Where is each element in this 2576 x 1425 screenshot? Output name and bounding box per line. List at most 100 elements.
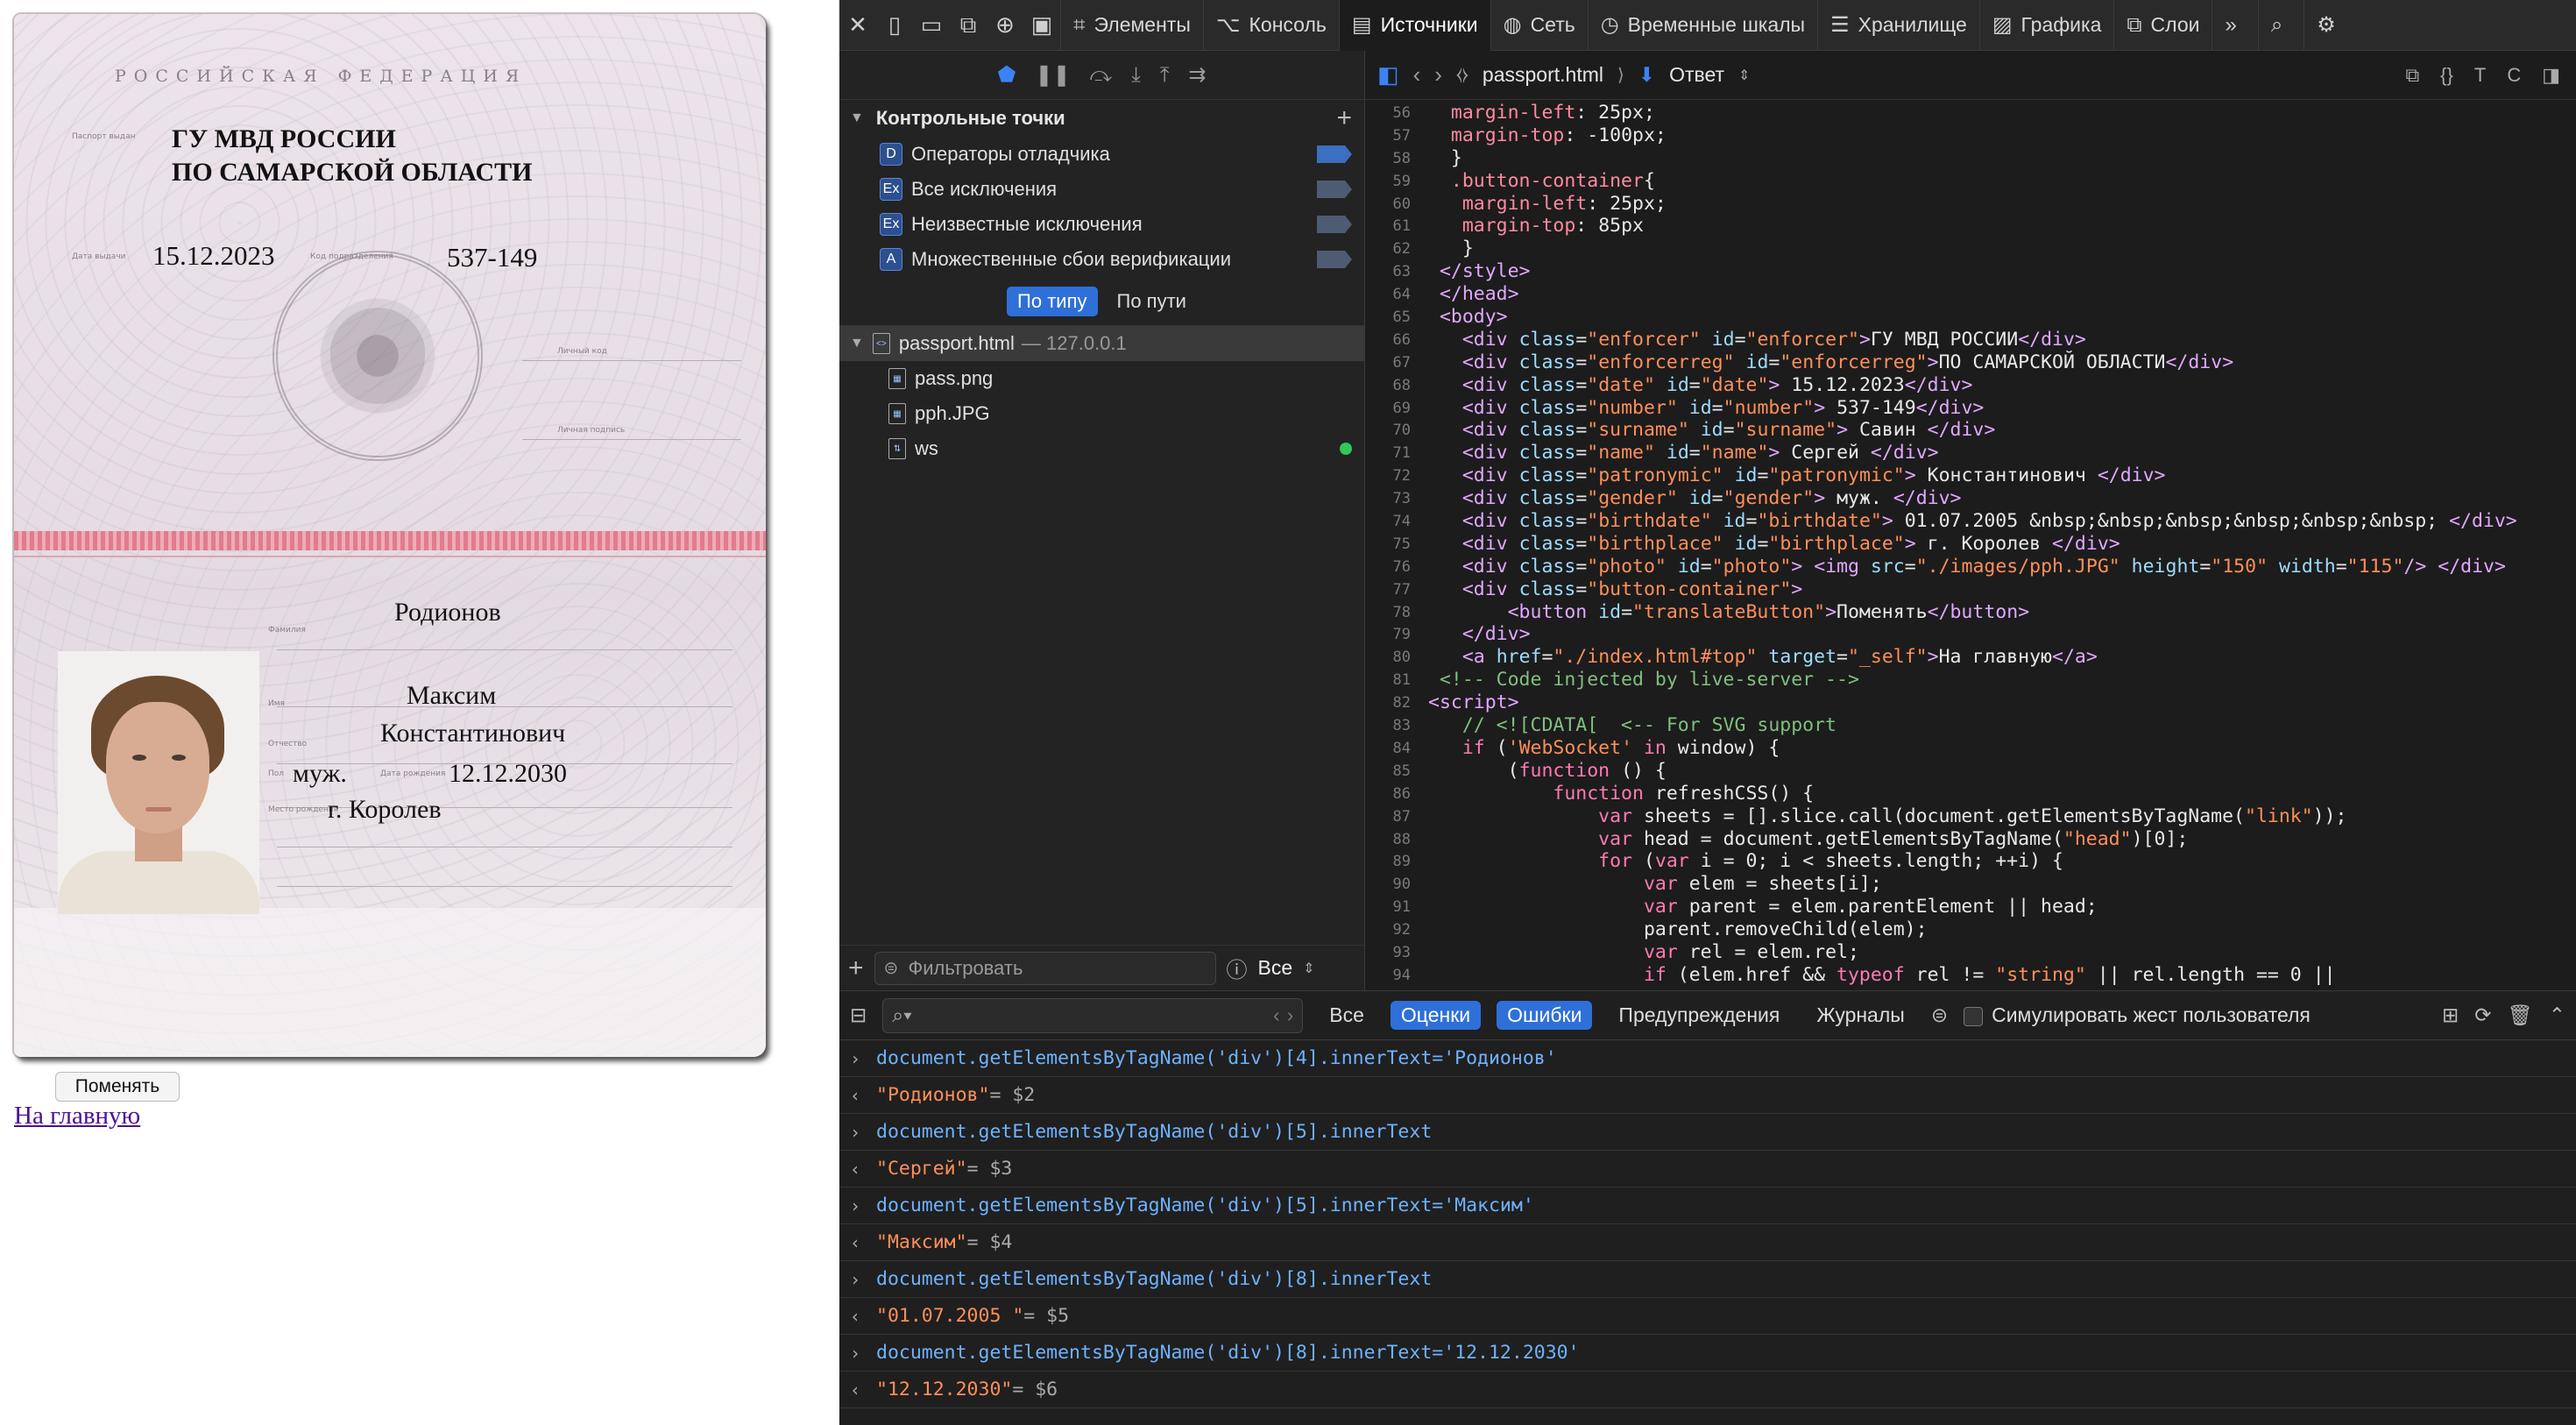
line-number[interactable]: 91 <box>1365 896 1411 918</box>
type-token-icon[interactable]: T <box>2474 64 2486 87</box>
settings-button[interactable]: ⚙ <box>2304 0 2357 51</box>
detach-window-icon[interactable]: ⧉ <box>950 0 987 51</box>
search-prev-icon[interactable]: ‹ <box>1273 1003 1280 1027</box>
line-number[interactable]: 61 <box>1365 215 1411 238</box>
filter-scope-select[interactable]: Все <box>1258 956 1293 980</box>
line-number[interactable]: 73 <box>1365 487 1411 510</box>
disclosure-triangle-icon[interactable]: ▼ <box>850 336 864 351</box>
tree-item-pph-jpg[interactable]: ▦ pph.JPG <box>839 396 1364 431</box>
add-icon[interactable]: + <box>848 954 864 983</box>
line-number[interactable]: 75 <box>1365 533 1411 556</box>
change-button[interactable]: Поменять <box>55 1072 180 1102</box>
line-number[interactable]: 81 <box>1365 669 1411 691</box>
line-number[interactable]: 90 <box>1365 873 1411 896</box>
disclosure-triangle-icon[interactable]: ▼ <box>850 110 864 126</box>
line-number[interactable]: 85 <box>1365 760 1411 783</box>
line-number[interactable]: 68 <box>1365 374 1411 397</box>
breakpoint-flag-icon[interactable] <box>1317 145 1352 163</box>
breakpoints-toggle-icon[interactable]: ⬟ <box>997 62 1016 88</box>
line-number[interactable]: 66 <box>1365 329 1411 351</box>
breakpoint-all-exceptions[interactable]: Ex Все исключения <box>839 172 1364 207</box>
tree-item-ws[interactable]: ⇅ ws <box>839 431 1364 466</box>
breakpoint-assertion-failures[interactable]: A Множественные сбои верификации <box>839 242 1364 277</box>
line-number[interactable]: 72 <box>1365 464 1411 487</box>
search-next-icon[interactable]: › <box>1287 1003 1294 1027</box>
dock-left-icon[interactable]: ▯ <box>876 0 913 51</box>
step-into-icon[interactable]: ⤓ <box>1131 63 1141 88</box>
line-number[interactable]: 56 <box>1365 102 1411 124</box>
element-picker-icon[interactable]: ⊕ <box>987 0 1023 51</box>
line-number[interactable]: 89 <box>1365 850 1411 873</box>
line-number[interactable]: 63 <box>1365 260 1411 283</box>
search-button[interactable]: ⌕ <box>2257 0 2304 51</box>
breadcrumb-file[interactable]: passport.html <box>1483 63 1603 87</box>
breakpoint-flag-icon[interactable] <box>1317 181 1352 198</box>
tab-network[interactable]: ◍ Сеть <box>1490 0 1588 51</box>
copy-icon[interactable]: ⧉ <box>2405 64 2419 87</box>
console-prompt-toggle-icon[interactable]: ⊟ <box>850 1003 867 1027</box>
step-over-icon[interactable]: ⤼ <box>1090 63 1113 88</box>
tree-item-passport-html[interactable]: ▼ <> passport.html — 127.0.0.1 <box>839 326 1364 361</box>
breakpoint-flag-icon[interactable] <box>1317 251 1352 268</box>
add-breakpoint-icon[interactable]: + <box>1336 103 1352 133</box>
reload-icon[interactable]: ⟳ <box>2474 1003 2491 1027</box>
filter-all-button[interactable]: Все <box>1319 1001 1375 1030</box>
breakpoints-section-header[interactable]: ▼ Контрольные точки + <box>839 100 1364 137</box>
line-number[interactable]: 58 <box>1365 147 1411 170</box>
line-number[interactable]: 86 <box>1365 783 1411 805</box>
console-search-input[interactable]: ⌕▾ ‹ › <box>882 997 1304 1033</box>
device-settings-icon[interactable]: ▣ <box>1023 0 1060 51</box>
tab-layers[interactable]: ⧉ Слои <box>2113 0 2212 51</box>
console-result-row[interactable]: ‹ "Сергей" = $3 <box>839 1151 2576 1188</box>
line-number[interactable]: 94 <box>1365 964 1411 987</box>
console-input-row[interactable]: › document.getElementsByTagName('div')[5]… <box>839 1188 2576 1224</box>
line-number[interactable]: 67 <box>1365 351 1411 374</box>
sidebar-toggle-icon[interactable]: ◧ <box>1377 61 1399 89</box>
line-number[interactable]: 74 <box>1365 510 1411 533</box>
step-icon[interactable]: ⇉ <box>1188 62 1206 88</box>
filter-warnings-button[interactable]: Предупреждения <box>1608 1001 1790 1030</box>
dock-bottom-icon[interactable]: ▭ <box>913 0 950 51</box>
line-number[interactable]: 77 <box>1365 578 1411 601</box>
console-result-row[interactable]: ‹ "Максим" = $4 <box>839 1224 2576 1261</box>
simulate-gesture-checkbox[interactable]: Симулировать жест пользователя <box>1964 1003 2311 1027</box>
line-number[interactable]: 71 <box>1365 442 1411 464</box>
line-number[interactable]: 65 <box>1365 306 1411 329</box>
code-view[interactable]: 56 margin-left: 25px; 57 margin-top: -100… <box>1365 102 2576 990</box>
breakpoint-debugger-statements[interactable]: D Операторы отладчика <box>839 137 1364 172</box>
console-result-row[interactable]: ‹ "Родионов" = $2 <box>839 1077 2576 1114</box>
info-icon[interactable]: ⓘ <box>1227 953 1248 983</box>
step-out-icon[interactable]: ⤒ <box>1160 63 1170 88</box>
more-filters-icon[interactable]: ⊜ <box>1931 1003 1948 1027</box>
line-number[interactable]: 62 <box>1365 238 1411 260</box>
pretty-print-icon[interactable]: {} <box>2440 64 2453 87</box>
console-result-row[interactable]: ‹ "01.07.2005 " = $5 <box>839 1298 2576 1335</box>
tab-elements[interactable]: ⌗ Элементы <box>1060 0 1203 51</box>
console-result-row[interactable]: ‹ "12.12.2030" = $6 <box>839 1372 2576 1408</box>
trash-icon[interactable]: 🗑 <box>2508 1003 2533 1027</box>
breakpoint-flag-icon[interactable] <box>1317 216 1352 233</box>
filter-errors-button[interactable]: Ошибки <box>1497 1001 1593 1030</box>
line-number[interactable]: 64 <box>1365 283 1411 306</box>
line-number[interactable]: 88 <box>1365 828 1411 851</box>
console-input-row[interactable]: › document.getElementsByTagName('div')[8]… <box>839 1261 2576 1298</box>
tab-graphics[interactable]: ▨ Графика <box>1978 0 2114 51</box>
line-number[interactable]: 76 <box>1365 556 1411 578</box>
breadcrumb-response[interactable]: Ответ <box>1669 63 1724 87</box>
checkbox-icon[interactable] <box>1964 1006 1984 1026</box>
tree-item-pass-png[interactable]: ▦ pass.png <box>839 361 1364 396</box>
close-icon[interactable]: ✕ <box>839 0 876 51</box>
tab-console[interactable]: ⌥ Консоль <box>1202 0 1339 51</box>
preserve-log-icon[interactable]: ⊞ <box>2442 1003 2459 1027</box>
tab-storage[interactable]: ☰ Хранилище <box>1817 0 1979 51</box>
line-number[interactable]: 69 <box>1365 397 1411 420</box>
code-coverage-icon[interactable]: C <box>2507 64 2521 87</box>
filter-evaluations-button[interactable]: Оценки <box>1390 1001 1482 1030</box>
details-sidebar-icon[interactable]: ◨ <box>2542 64 2560 87</box>
forward-icon[interactable]: › <box>1434 61 1442 89</box>
console-input-row[interactable]: › document.getElementsByTagName('div')[5]… <box>839 1114 2576 1151</box>
pause-icon[interactable]: ❚❚ <box>1035 62 1070 88</box>
group-by-path-button[interactable]: По пути <box>1107 287 1197 316</box>
line-number[interactable]: 83 <box>1365 714 1411 737</box>
line-number[interactable]: 82 <box>1365 691 1411 714</box>
